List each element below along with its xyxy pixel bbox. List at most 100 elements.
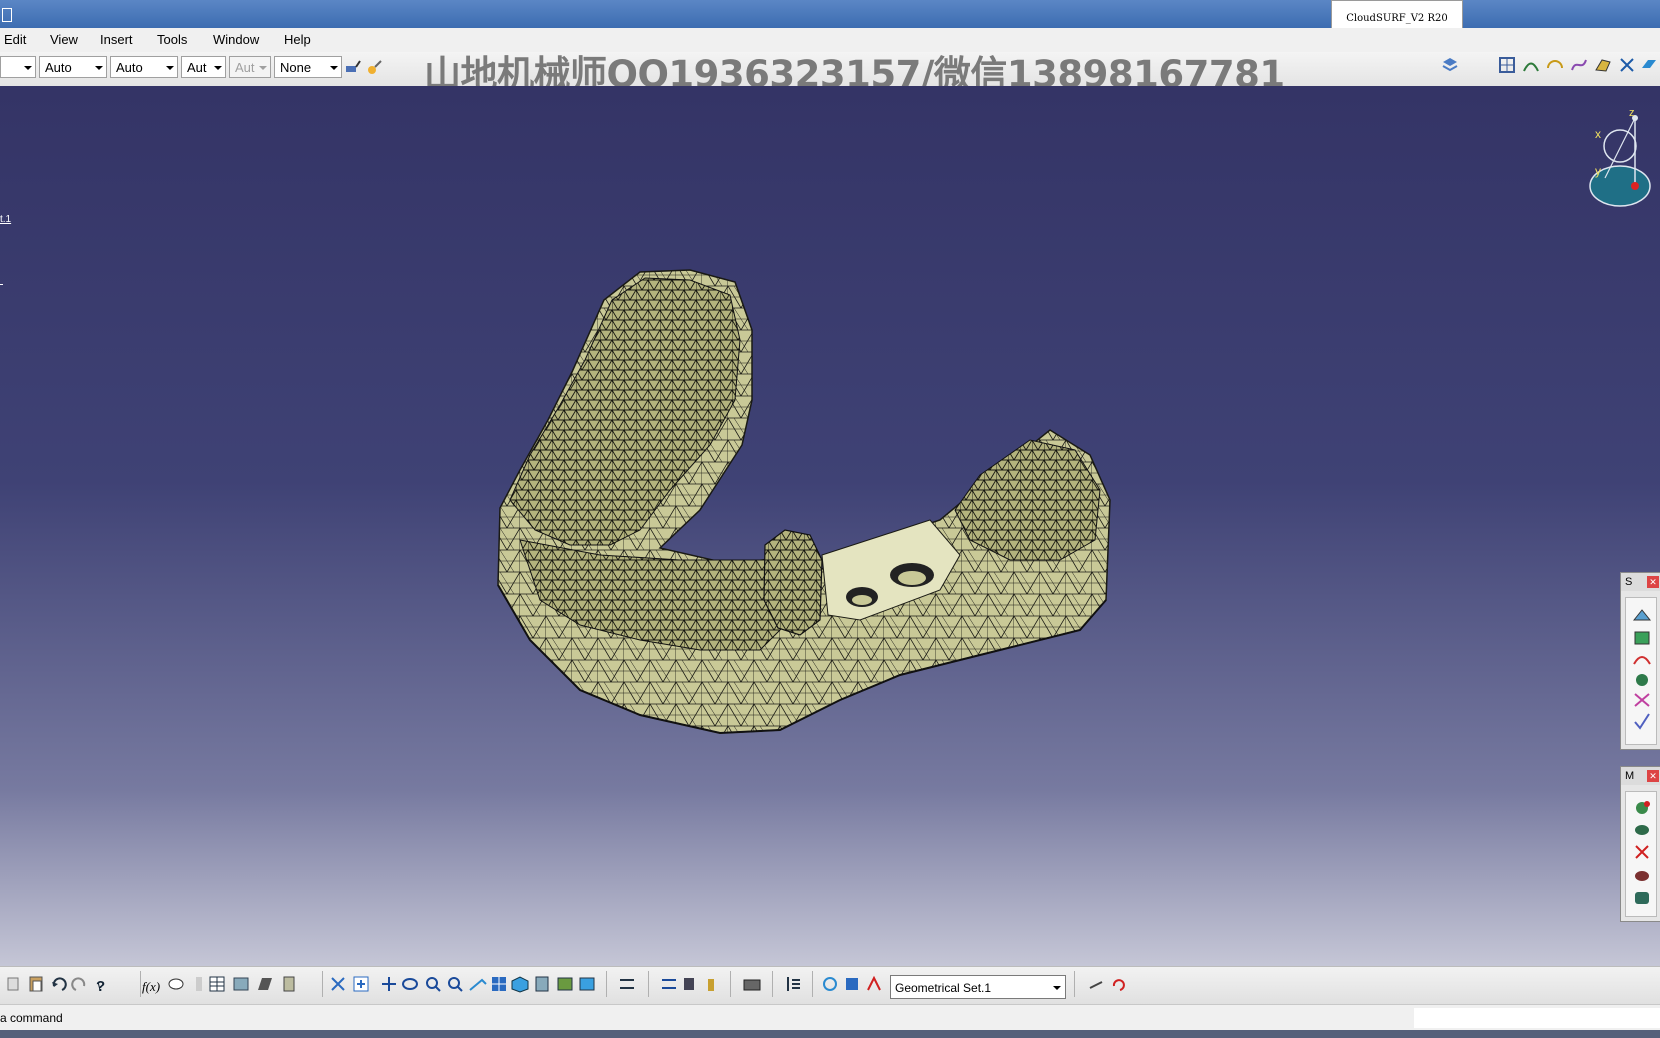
zoom-in-icon[interactable]: [426, 977, 441, 992]
svg-text:?: ?: [96, 978, 105, 995]
shading-icon[interactable]: [535, 976, 549, 992]
transparency-combo[interactable]: Auto: [39, 56, 107, 78]
zoom-out-icon[interactable]: [448, 977, 463, 992]
menu-view[interactable]: View: [50, 32, 78, 47]
capture-icon[interactable]: [743, 979, 761, 991]
swap-visible-icon[interactable]: [579, 977, 595, 991]
line-thickness-value: Auto: [116, 60, 143, 75]
close-icon[interactable]: ✕: [1647, 770, 1659, 782]
line-type-combo[interactable]: Aut: [181, 56, 226, 78]
table-icon[interactable]: [209, 976, 225, 992]
chevron-down-icon: [330, 66, 338, 70]
surface-tool-icon[interactable]: [1594, 56, 1612, 74]
toolbar-separator: [1074, 971, 1075, 997]
line-thickness-combo[interactable]: Auto: [110, 56, 178, 78]
geometrical-set-value: Geometrical Set.1: [895, 981, 992, 995]
tools-palette-icon[interactable]: [233, 977, 249, 991]
layer-combo[interactable]: None: [274, 56, 342, 78]
pan-icon[interactable]: [382, 977, 396, 991]
menu-help[interactable]: Help: [284, 32, 311, 47]
chevron-down-icon: [166, 66, 174, 70]
menu-tools[interactable]: Tools: [157, 32, 187, 47]
redo-icon[interactable]: [71, 977, 86, 991]
fly-mode-icon[interactable]: [331, 977, 345, 991]
compass-z-label: z: [1629, 108, 1635, 119]
mesh-check-icon[interactable]: [1634, 713, 1650, 730]
define-in-work-object-icon[interactable]: [846, 978, 858, 990]
section-tool-icon[interactable]: [1618, 56, 1636, 74]
plane-tool-icon[interactable]: [1640, 56, 1658, 74]
quick-view-icon[interactable]: [511, 976, 529, 993]
side-toolbar-lower-title: M: [1625, 770, 1635, 782]
arc-tool-icon[interactable]: [1546, 56, 1564, 74]
paste-icon[interactable]: [29, 976, 43, 992]
menu-window[interactable]: Window: [213, 32, 259, 47]
mesh-create-icon[interactable]: [1636, 801, 1650, 814]
grid-icon[interactable]: [1498, 56, 1516, 74]
layer-filter-icon[interactable]: [1441, 56, 1459, 74]
undo-icon[interactable]: [52, 977, 67, 991]
window-icon[interactable]: [2, 8, 12, 22]
side-toolbar-lower: M ✕: [1620, 766, 1660, 922]
point-symbol-value: Aut: [235, 60, 255, 75]
undo-sketch-icon[interactable]: [1112, 979, 1125, 991]
mesh-cleaner-icon[interactable]: [1632, 609, 1652, 621]
spline-tool-icon[interactable]: [1570, 56, 1588, 74]
side-toolbar-upper-header[interactable]: S ✕: [1621, 573, 1660, 591]
svg-text:f(x): f(x): [142, 979, 160, 994]
work-on-support-icon[interactable]: [787, 977, 800, 991]
apply-material-icon[interactable]: [708, 979, 714, 991]
curve-tool-icon[interactable]: [1522, 56, 1540, 74]
fit-all-icon[interactable]: [353, 976, 369, 992]
menu-edit[interactable]: Edit: [4, 32, 26, 47]
compass-widget[interactable]: x y z: [1585, 108, 1660, 218]
mesh-flip-icon[interactable]: [1635, 871, 1649, 881]
layer-value: None: [280, 60, 312, 75]
catalog-icon[interactable]: [258, 978, 272, 990]
line-type-value: Aut: [187, 60, 207, 75]
point-symbol-combo: Aut: [229, 56, 271, 78]
taskbar-strip: [0, 1030, 1660, 1038]
close-icon[interactable]: ✕: [1647, 576, 1659, 588]
delete-icon[interactable]: [1635, 845, 1649, 859]
side-toolbar-upper-title: S: [1625, 576, 1633, 588]
normal-view-icon[interactable]: [469, 978, 487, 991]
rotate-icon[interactable]: [402, 978, 418, 990]
painter-icon[interactable]: [344, 58, 362, 76]
chevron-down-icon: [95, 66, 103, 70]
transparency-value: Auto: [45, 60, 72, 75]
side-toolbar-upper: S ✕: [1620, 572, 1660, 750]
copy-icon[interactable]: [7, 977, 19, 991]
properties-brush-icon[interactable]: [366, 58, 384, 76]
side-toolbar-lower-body: [1625, 791, 1657, 917]
mesh-fill-icon[interactable]: [1635, 825, 1649, 835]
geometrical-set-select[interactable]: Geometrical Set.1: [890, 975, 1066, 999]
hybrid-body-icon[interactable]: [867, 975, 881, 991]
color-combo[interactable]: [0, 56, 36, 78]
mesh-smooth-icon[interactable]: [1636, 674, 1648, 686]
side-toolbar-lower-header[interactable]: M ✕: [1621, 767, 1660, 785]
hide-show-icon[interactable]: [557, 977, 573, 991]
mesh-curve-icon[interactable]: [1633, 656, 1651, 665]
measure-icon[interactable]: [620, 979, 634, 989]
side-toolbar-upper-body: [1625, 597, 1657, 745]
mesh-split-icon[interactable]: [1634, 693, 1650, 707]
mesh-offset-icon[interactable]: [1634, 631, 1650, 645]
whats-this-icon[interactable]: ?: [96, 978, 105, 995]
command-input[interactable]: [1414, 1008, 1660, 1028]
sketch-tracer-icon[interactable]: [1089, 981, 1103, 989]
multi-view-icon[interactable]: [492, 977, 506, 991]
chevron-down-icon: [1053, 986, 1061, 990]
graph-icon[interactable]: [662, 979, 676, 989]
update-icon[interactable]: [823, 977, 837, 991]
measure-between-icon[interactable]: [684, 978, 694, 990]
3d-viewport[interactable]: t.1 x y z: [0, 86, 1660, 966]
menu-insert[interactable]: Insert: [100, 32, 133, 47]
knowledge-icon[interactable]: [196, 977, 202, 991]
parameters-icon[interactable]: [283, 976, 295, 992]
comment-icon[interactable]: [168, 978, 184, 990]
formula-icon[interactable]: f(x): [142, 979, 160, 994]
dental-mesh-model[interactable]: [0, 86, 1660, 966]
mesh-merge-icon[interactable]: [1635, 892, 1649, 904]
compass-x-label: x: [1595, 127, 1601, 141]
